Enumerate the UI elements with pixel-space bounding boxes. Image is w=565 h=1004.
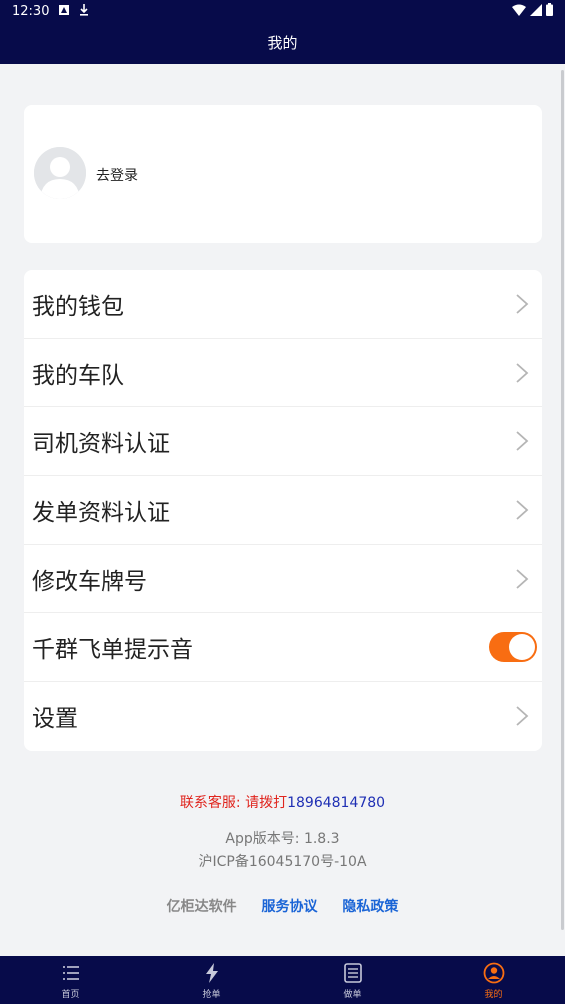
user-circle-icon bbox=[483, 962, 504, 984]
toggle-knob bbox=[509, 634, 535, 661]
menu-item-settings[interactable]: 设置 bbox=[24, 682, 542, 751]
tab-label: 首页 bbox=[61, 990, 80, 1000]
bottom-tab-bar: 首页 抢单 做单 我的 bbox=[0, 956, 565, 1004]
tab-label: 我的 bbox=[484, 990, 503, 1000]
menu-item-shipper-verification[interactable]: 发单资料认证 bbox=[24, 476, 542, 545]
chevron-right-icon bbox=[516, 431, 529, 451]
menu-list: 我的钱包 我的车队 司机资料认证 发单资料认证 修改车牌号 千群飞单提示音 设置 bbox=[24, 270, 542, 751]
notification-sound-toggle[interactable] bbox=[489, 632, 537, 663]
privacy-policy-link[interactable]: 隐私政策 bbox=[342, 899, 398, 915]
page-title: 我的 bbox=[267, 34, 298, 52]
menu-item-label: 我的钱包 bbox=[32, 293, 124, 320]
contact-prefix: 联系客服: 请拨打 bbox=[179, 795, 288, 811]
chevron-right-icon bbox=[516, 362, 529, 383]
status-bar: 12:30 bbox=[0, 0, 565, 24]
system-icons bbox=[512, 3, 553, 16]
header: 我的 bbox=[0, 24, 565, 64]
menu-item-driver-verification[interactable]: 司机资料认证 bbox=[24, 407, 542, 477]
wifi-icon bbox=[512, 4, 526, 16]
chevron-right-icon bbox=[516, 500, 529, 520]
company-name: 亿柜达软件 bbox=[166, 899, 237, 915]
signal-icon bbox=[530, 3, 542, 16]
menu-item-notification-sound: 千群飞单提示音 bbox=[24, 613, 542, 683]
login-link[interactable]: 去登录 bbox=[96, 165, 138, 185]
default-avatar-icon bbox=[34, 147, 86, 199]
app-notification-icon bbox=[59, 5, 69, 15]
tab-mine[interactable]: 我的 bbox=[423, 956, 564, 1004]
phone-number-link[interactable]: 18964814780 bbox=[287, 795, 385, 811]
menu-item-fleet[interactable]: 我的车队 bbox=[24, 339, 542, 408]
menu-item-label: 司机资料认证 bbox=[32, 431, 170, 458]
scrollbar[interactable] bbox=[561, 70, 564, 930]
chevron-right-icon bbox=[516, 568, 529, 589]
icp-number: 沪ICP备16045170号-10A bbox=[198, 854, 367, 870]
menu-item-change-plate[interactable]: 修改车牌号 bbox=[24, 545, 542, 614]
document-icon bbox=[343, 963, 362, 983]
avatar[interactable] bbox=[34, 147, 86, 199]
tab-label: 抢单 bbox=[202, 990, 221, 1000]
app-version: App版本号: 1.8.3 bbox=[225, 831, 340, 847]
menu-item-label: 设置 bbox=[32, 706, 78, 733]
download-icon bbox=[80, 4, 88, 16]
battery-icon bbox=[546, 3, 553, 16]
menu-item-wallet[interactable]: 我的钱包 bbox=[24, 270, 542, 339]
tab-grab-order[interactable]: 抢单 bbox=[141, 956, 282, 1004]
chevron-right-icon bbox=[516, 294, 529, 314]
menu-item-label: 我的车队 bbox=[32, 362, 124, 389]
menu-item-label: 发单资料认证 bbox=[32, 499, 170, 526]
lightning-icon bbox=[205, 963, 218, 983]
list-icon bbox=[62, 966, 79, 980]
tab-home[interactable]: 首页 bbox=[0, 956, 141, 1004]
profile-card[interactable]: 去登录 bbox=[24, 105, 542, 243]
chevron-right-icon bbox=[516, 706, 529, 727]
tab-label: 做单 bbox=[343, 990, 362, 1000]
service-agreement-link[interactable]: 服务协议 bbox=[262, 899, 318, 915]
menu-item-label: 修改车牌号 bbox=[32, 568, 147, 595]
menu-item-label: 千群飞单提示音 bbox=[32, 637, 193, 664]
tab-orders[interactable]: 做单 bbox=[282, 956, 423, 1004]
footer-links: 亿柜达软件 服务协议 隐私政策 bbox=[0, 896, 565, 916]
customer-service-contact: 联系客服: 请拨打18964814780 bbox=[0, 792, 565, 812]
status-time: 12:30 bbox=[12, 4, 50, 19]
notification-icons bbox=[58, 3, 90, 17]
